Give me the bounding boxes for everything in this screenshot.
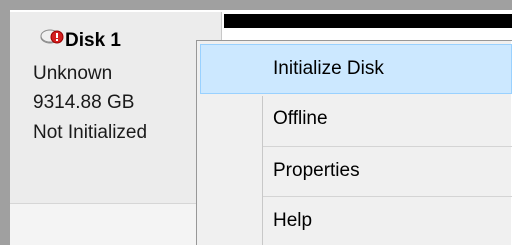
volume-bar[interactable] — [224, 14, 512, 28]
disk-name: Disk 1 — [65, 30, 121, 51]
menu-separator — [263, 146, 512, 147]
menu-separator — [263, 196, 512, 197]
menu-item-label: Help — [273, 210, 313, 231]
menu-item-label: Properties — [273, 160, 360, 181]
menu-item-offline[interactable]: Offline — [200, 96, 512, 146]
menu-item-help[interactable]: Help — [200, 198, 512, 245]
disk-panel-footer — [10, 203, 210, 245]
window-left-border — [0, 0, 10, 245]
disk-size: 9314.88 GB — [33, 92, 135, 113]
menu-item-label: Offline — [273, 108, 328, 129]
menu-item-label: Initialize Disk — [273, 58, 384, 79]
disk-type: Unknown — [33, 63, 113, 84]
disk-error-icon — [40, 29, 64, 44]
disk-status: Not Initialized — [33, 122, 148, 143]
menu-item-properties[interactable]: Properties — [200, 148, 512, 196]
menu-item-initialize-disk[interactable]: Initialize Disk — [200, 44, 512, 94]
